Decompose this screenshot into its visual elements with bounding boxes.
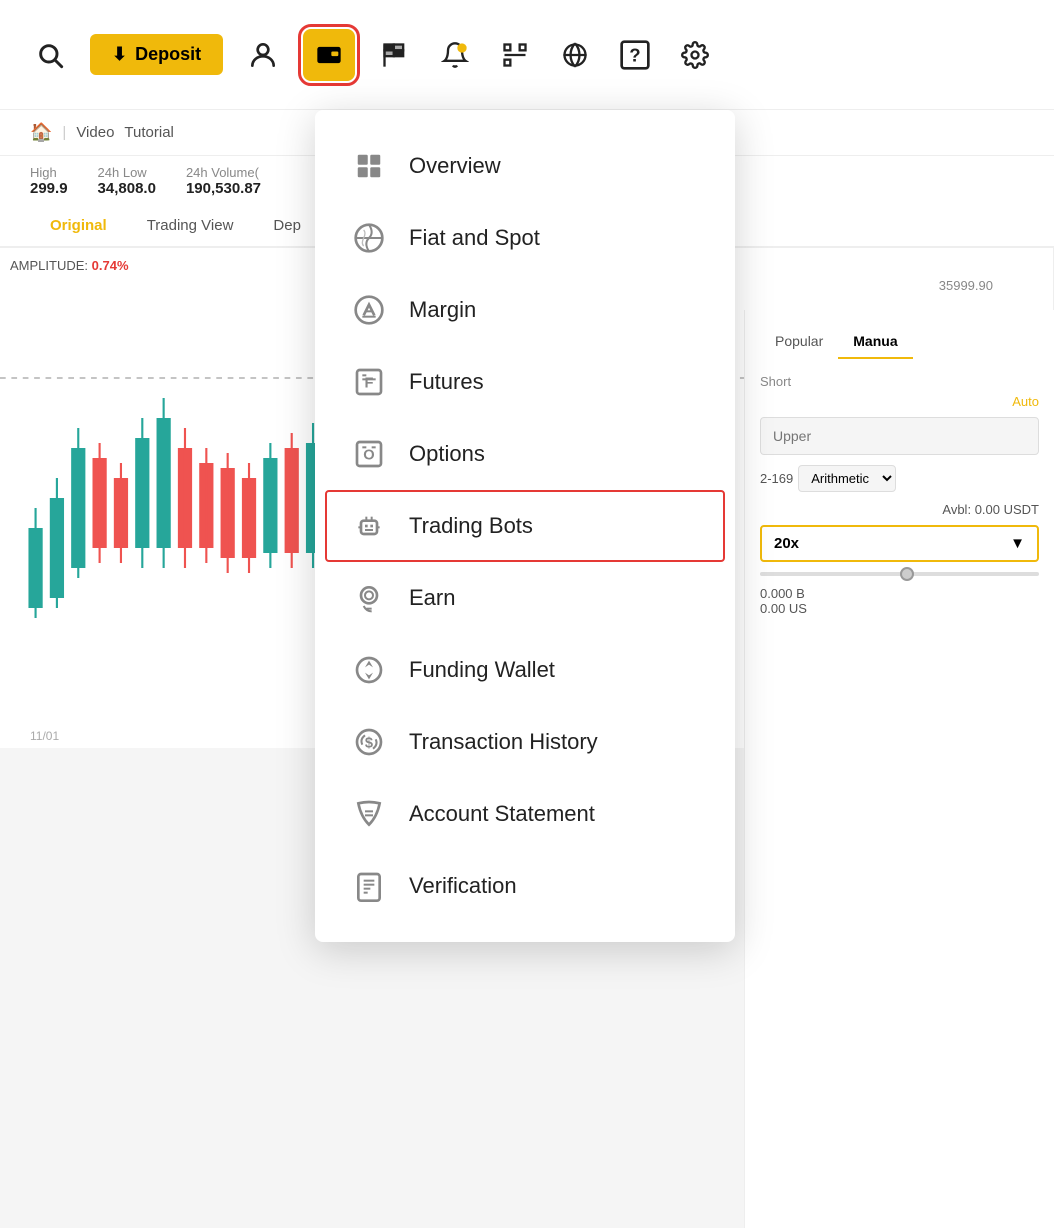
help-icon[interactable]: ? — [615, 35, 655, 75]
menu-label-margin: Margin — [409, 297, 476, 323]
wallet-button[interactable] — [303, 29, 355, 81]
menu-item-trading-bots[interactable]: Trading Bots — [325, 490, 725, 562]
stat-high: High 299.9 — [30, 164, 68, 197]
right-tabs: Popular Manua — [760, 325, 1039, 359]
menu-item-overview[interactable]: Overview — [315, 130, 735, 202]
tab-trading-view[interactable]: Trading View — [127, 205, 254, 248]
transaction-history-icon: $ — [351, 724, 387, 760]
svg-text:O: O — [363, 447, 374, 463]
overview-icon — [351, 148, 387, 184]
menu-item-account-statement[interactable]: Account Statement — [315, 778, 735, 850]
right-sub-label: Short — [760, 369, 1039, 394]
arithmetic-select[interactable]: Arithmetic Geometric — [798, 465, 896, 492]
globe-icon[interactable] — [555, 35, 595, 75]
futures-icon: F — [351, 364, 387, 400]
menu-label-overview: Overview — [409, 153, 501, 179]
breadcrumb-video[interactable]: Video — [76, 124, 114, 141]
range-row: 2-169 Arithmetic Geometric — [760, 465, 1039, 492]
deposit-label: Deposit — [135, 44, 201, 65]
slider-row — [760, 572, 1039, 576]
scan-icon[interactable] — [495, 35, 535, 75]
verification-icon — [351, 868, 387, 904]
deposit-icon: ⬇ — [112, 44, 127, 65]
earn-icon — [351, 580, 387, 616]
menu-item-verification[interactable]: Verification — [315, 850, 735, 922]
right-panel: Popular Manua Short Auto 2-169 Arithmeti… — [744, 310, 1054, 1228]
options-icon: O — [351, 436, 387, 472]
menu-item-fiat-and-spot[interactable]: Fiat and Spot — [315, 202, 735, 274]
top-nav: ⬇ Deposit — [0, 0, 1054, 110]
leverage-row[interactable]: 20x ▼ — [760, 525, 1039, 562]
menu-label-funding-wallet: Funding Wallet — [409, 657, 555, 683]
account-statement-icon — [351, 796, 387, 832]
tab-dep[interactable]: Dep — [253, 205, 321, 248]
stat-volume: 24h Volume( 190,530.87 — [186, 164, 261, 197]
trading-bots-icon — [351, 508, 387, 544]
settings-icon[interactable] — [675, 35, 715, 75]
flag-icon[interactable] — [375, 35, 415, 75]
search-icon[interactable] — [30, 35, 70, 75]
funding-wallet-icon — [351, 652, 387, 688]
menu-label-account-statement: Account Statement — [409, 801, 595, 827]
menu-item-funding-wallet[interactable]: Funding Wallet — [315, 634, 735, 706]
menu-item-futures[interactable]: F Futures — [315, 346, 735, 418]
tab-original[interactable]: Original — [30, 205, 127, 248]
account-icon[interactable] — [243, 35, 283, 75]
menu-label-futures: Futures — [409, 369, 484, 395]
menu-label-fiat-spot: Fiat and Spot — [409, 225, 540, 251]
auto-label: Auto — [760, 394, 1039, 409]
menu-item-transaction-history[interactable]: $ Transaction History — [315, 706, 735, 778]
svg-text:F: F — [365, 375, 374, 391]
wallet-dropdown-menu: Overview Fiat and Spot — [315, 110, 735, 942]
menu-label-trading-bots: Trading Bots — [409, 513, 533, 539]
menu-item-options[interactable]: O Options — [315, 418, 735, 490]
menu-item-earn[interactable]: Earn — [315, 562, 735, 634]
values-row: 0.000 B 0.00 US — [760, 586, 1039, 616]
menu-item-margin[interactable]: Margin — [315, 274, 735, 346]
home-icon[interactable]: 🏠 — [30, 122, 52, 143]
tab-popular[interactable]: Popular — [760, 325, 838, 359]
breadcrumb-tutorial[interactable]: Tutorial — [124, 124, 173, 141]
tab-manual[interactable]: Manua — [838, 325, 912, 359]
margin-icon — [351, 292, 387, 328]
menu-label-earn: Earn — [409, 585, 455, 611]
menu-label-verification: Verification — [409, 873, 517, 899]
menu-label-transaction-history: Transaction History — [409, 729, 598, 755]
avbl-row: Avbl: 0.00 USDT — [760, 502, 1039, 517]
fiat-spot-icon — [351, 220, 387, 256]
deposit-button[interactable]: ⬇ Deposit — [90, 34, 223, 75]
notification-icon[interactable] — [435, 35, 475, 75]
svg-text:$: $ — [365, 735, 373, 751]
upper-input[interactable] — [760, 417, 1039, 455]
menu-label-options: Options — [409, 441, 485, 467]
stat-low: 24h Low 34,808.0 — [98, 164, 156, 197]
svg-text:?: ? — [629, 44, 640, 65]
